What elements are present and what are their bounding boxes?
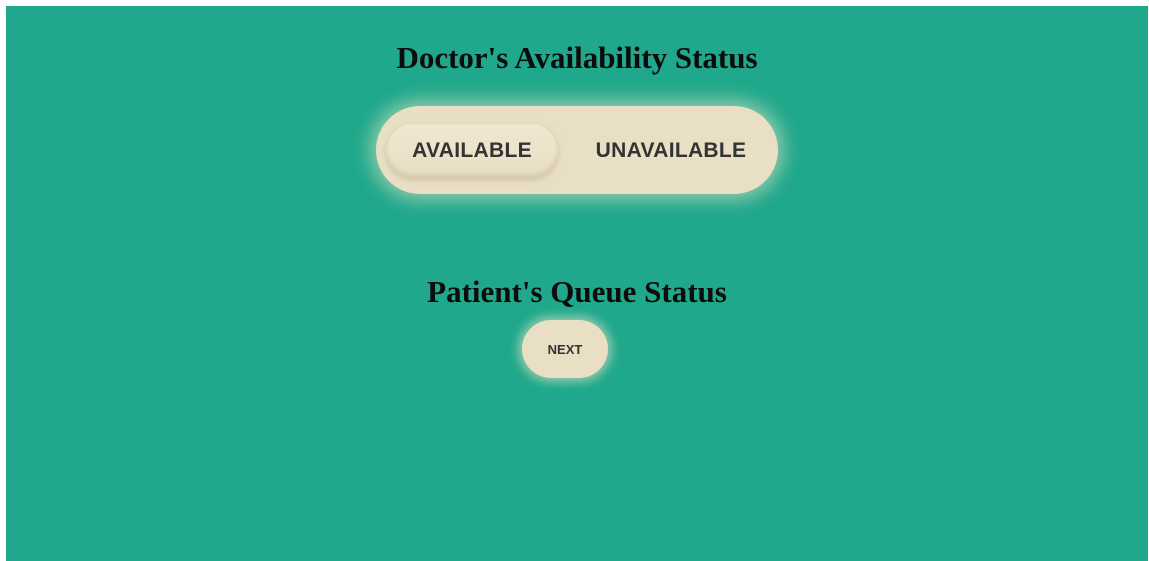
unavailable-option[interactable]: UNAVAILABLE [574,124,768,178]
available-option[interactable]: AVAILABLE [386,124,558,178]
patient-queue-title: Patient's Queue Status [427,274,727,309]
availability-toggle: AVAILABLE UNAVAILABLE [376,106,778,194]
main-panel: Doctor's Availability Status AVAILABLE U… [6,6,1148,561]
doctor-availability-title: Doctor's Availability Status [396,40,758,75]
next-button[interactable]: NEXT [522,320,608,378]
